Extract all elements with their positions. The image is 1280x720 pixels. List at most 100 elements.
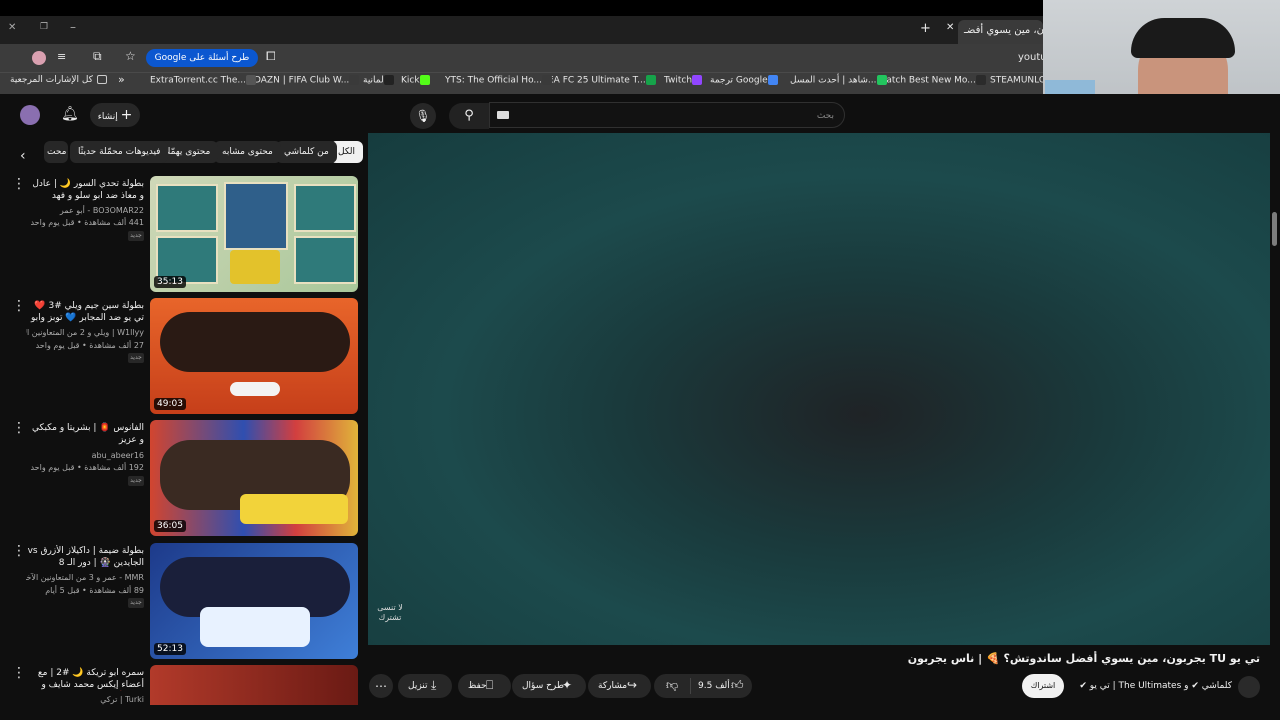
bookmark-item[interactable]: Watch Best New Mo... [878, 75, 990, 86]
new-tab-icon[interactable]: + [920, 21, 931, 36]
bookmark-label: ترجمة Google [710, 75, 768, 86]
sparkle-icon: ✦ [562, 678, 573, 692]
bookmark-label: DAZN | FIFA Club W... [254, 75, 350, 86]
bookmark-favicon-icon [542, 75, 553, 85]
video-title[interactable]: الفانوس 🏮 | بشريتا و مكبكي و عزيز [26, 422, 144, 446]
video-views: 441 ألف مشاهدة • قبل يوم واحد [30, 218, 144, 227]
like-count[interactable]: 9.5 ألف [698, 681, 730, 691]
bookmark-favicon-icon [975, 75, 986, 85]
bookmark-item[interactable]: ExtraTorrent.cc The... [150, 75, 260, 86]
keyboard-icon[interactable] [497, 111, 509, 119]
page-scrollbar-thumb[interactable] [1272, 212, 1277, 246]
google-lens-chip[interactable]: طرح أسئلة على Google [146, 49, 258, 67]
video-channel[interactable]: MMR - عمر و 3 من المتعاونين الآخرين [26, 572, 144, 583]
subscribe-button[interactable]: اشتراك [1022, 674, 1064, 698]
video-menu-icon[interactable]: ⋮ [12, 543, 26, 559]
search-input[interactable]: بحث [489, 102, 845, 128]
extensions-icon[interactable]: ⧉ [93, 49, 102, 64]
new-badge: جديد [128, 476, 144, 486]
account-avatar[interactable] [20, 105, 40, 125]
channel-names[interactable]: كلماشي ✔ و The Ultimates | تي يو ✔ [1070, 681, 1232, 691]
video-duration: 49:03 [154, 398, 186, 410]
video-duration: 52:13 [154, 643, 186, 655]
profile-avatar-icon[interactable] [32, 51, 46, 65]
video-thumbnail-4[interactable]: 52:13 [150, 543, 358, 659]
dislike-thumb-icon[interactable]: 👎︎ [666, 678, 678, 693]
bookmark-item[interactable]: لمانية [363, 75, 398, 86]
share-button[interactable]: مشاركة [588, 674, 652, 698]
video-menu-icon[interactable]: ⋮ [12, 665, 26, 681]
tab-search-icon[interactable]: ≡ [57, 50, 66, 63]
bookmark-item[interactable]: ترجمة Google [710, 75, 782, 86]
video-channel[interactable]: abu_abeer16 [26, 450, 144, 461]
share-label: مشاركة [598, 681, 628, 691]
more-actions-icon[interactable]: ⋯ [369, 674, 393, 698]
bookmark-label: ExtraTorrent.cc The... [150, 75, 246, 86]
bookmark-favicon-icon [692, 75, 703, 85]
more-bookmarks-chevron-icon[interactable]: » [118, 73, 125, 86]
bookmark-item[interactable]: Twitch [664, 75, 706, 86]
bookmark-favicon-icon [383, 75, 394, 85]
video-menu-icon[interactable]: ⋮ [12, 420, 26, 436]
tab-title: تي يو يجربون، مين يسوي أفضـ [964, 25, 1043, 36]
chip-more[interactable]: محت [44, 141, 68, 163]
chip-from-channel[interactable]: من كلماشي [276, 141, 337, 163]
bookmark-item[interactable]: DAZN | FIFA Club W... [254, 75, 363, 86]
bookmark-item[interactable]: YTS: The Official Ho... [445, 75, 556, 86]
bookmark-item[interactable]: Kick [401, 75, 434, 86]
create-button[interactable]: إنشاء + [90, 103, 140, 127]
thumb-face-tile [224, 182, 288, 250]
bookmark-label: Kick [401, 75, 420, 86]
bookmark-item[interactable]: شاهد | أحدث المسل... [790, 75, 891, 86]
video-views: 27 ألف مشاهدة • قبل يوم واحد [35, 341, 144, 350]
create-label: إنشاء [97, 112, 118, 122]
video-duration: 35:13 [154, 276, 186, 288]
open-in-app-icon[interactable]: ⧠ [266, 49, 276, 64]
video-thumbnail-1[interactable]: 35:13 [150, 176, 358, 292]
video-title-main: تي يو TU يجربون، مين يسوي أفضل ساندوتش؟ … [907, 652, 1260, 665]
video-title[interactable]: بطولة تحدي السور 🌙 | عادل و معاذ ضد ابو … [26, 178, 144, 202]
bookmark-favicon-icon [767, 75, 778, 85]
plus-icon: + [120, 107, 133, 123]
video-title[interactable]: بطولة ضيمة | داكيلاز الأزرق vs الجايدين … [26, 545, 144, 569]
download-arrow-icon: ⤓ [431, 678, 437, 692]
chip-related[interactable]: محتوى مشابه [214, 141, 281, 163]
chip-recently-uploaded[interactable]: فيديوهات محمّلة حديثًا [70, 141, 169, 163]
video-channel[interactable]: BO3OMAR22 - أبو عمر [26, 205, 144, 216]
video-title[interactable]: سمره ابو تريكة 🌙 #2 | مع أعضاء إيكس محمد… [26, 667, 144, 691]
video-channel[interactable]: W1llyy | ويلي و 2 من المتعاونين الآخرين [26, 327, 144, 338]
active-tab[interactable]: تي يو يجربون، مين يسوي أفضـ [958, 20, 1043, 44]
thumb-face-tile [156, 184, 218, 232]
new-badge: جديد [128, 598, 144, 608]
chips-scroll-left-chevron-icon[interactable]: ‹ [20, 148, 26, 164]
video-thumbnail-3[interactable]: 36:05 [150, 420, 358, 536]
bookmark-favicon-icon [246, 75, 256, 85]
video-duration: 36:05 [154, 520, 186, 532]
video-thumbnail-2[interactable]: 49:03 [150, 298, 358, 414]
download-button[interactable]: تنزيل [398, 674, 452, 698]
video-thumbnail-5[interactable] [150, 665, 358, 705]
all-bookmarks[interactable]: كل الإشارات المرجعية [10, 75, 107, 85]
like-thumb-icon[interactable]: 👍︎ [731, 678, 744, 693]
channel-avatar[interactable] [1238, 676, 1260, 698]
minimize-window-icon[interactable]: – [70, 20, 76, 34]
video-player[interactable] [368, 133, 1270, 645]
bookmark-item[interactable]: EA FC 25 Ultimate T... [548, 75, 660, 86]
voice-search-mic-icon[interactable]: 🎙︎ [410, 103, 436, 129]
bookmark-label: YTS: The Official Ho... [445, 75, 543, 86]
ask-label: طرح سؤال [522, 681, 565, 691]
close-tab-icon[interactable]: ✕ [946, 22, 954, 33]
thumb-face-tile [294, 236, 356, 284]
ask-button[interactable]: طرح سؤال [512, 674, 587, 698]
video-title[interactable]: بطولة سين جيم ويلي #3 ❤️ تي يو ضد المجاب… [26, 300, 144, 324]
video-channel[interactable]: Turki | تركي [26, 694, 144, 705]
restore-window-icon[interactable]: ❐ [40, 22, 48, 32]
notifications-bell-icon[interactable]: 🔔︎ [61, 106, 79, 122]
bookmark-label: لمانية [363, 75, 384, 86]
close-window-icon[interactable]: ✕ [8, 22, 16, 33]
video-menu-icon[interactable]: ⋮ [12, 298, 26, 314]
search-icon[interactable]: ⚲ [449, 103, 489, 129]
video-menu-icon[interactable]: ⋮ [12, 176, 26, 192]
bookmark-star-icon[interactable]: ☆ [125, 49, 136, 63]
save-button[interactable]: حفظ [458, 674, 511, 698]
